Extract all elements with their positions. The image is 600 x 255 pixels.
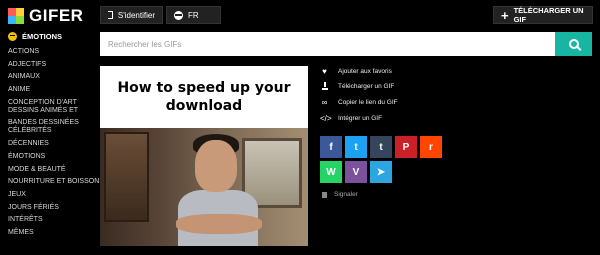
sidebar-item-decennies[interactable]: DÉCENNIES xyxy=(8,140,100,148)
report-button[interactable]: Signaler xyxy=(322,191,358,198)
download-icon xyxy=(320,81,329,92)
viber-icon: V xyxy=(352,166,360,178)
search-input[interactable] xyxy=(100,32,555,56)
reddit-icon: r xyxy=(429,141,433,153)
telegram-icon: ➤ xyxy=(376,166,386,178)
code-icon: </> xyxy=(320,113,332,123)
sidebar-item-emotions[interactable]: ÉMOTIONS xyxy=(8,153,100,161)
tumblr-icon: t xyxy=(379,141,383,153)
pinterest-share-button[interactable]: P xyxy=(395,136,417,158)
search-bar xyxy=(100,32,592,56)
category-sidebar: ÉMOTIONS ACTIONS ADJECTIFS ANIMAUX ANIME… xyxy=(8,32,100,242)
sidebar-item-mode-beaute[interactable]: MODE & BEAUTÉ xyxy=(8,166,100,174)
upload-label: TÉLÉCHARGER UN GIF xyxy=(513,6,584,24)
gif-viewer[interactable]: How to speed up your download xyxy=(100,66,308,246)
twitter-icon: t xyxy=(354,141,358,153)
share-buttons: f t t P r W V ➤ xyxy=(320,136,442,183)
sidebar-item-nourriture[interactable]: NOURRITURE ET BOISSON xyxy=(8,178,100,186)
search-button[interactable] xyxy=(555,32,592,56)
logo-text: GIFER xyxy=(29,6,84,25)
pinterest-icon: P xyxy=(402,141,410,153)
language-label: FR xyxy=(188,10,199,20)
embed-gif-button[interactable]: </> Intégrer un GIF xyxy=(320,113,398,123)
reddit-share-button[interactable]: r xyxy=(420,136,442,158)
gif-image xyxy=(100,128,308,246)
telegram-share-button[interactable]: ➤ xyxy=(370,161,392,183)
sidebar-item-jours-feries[interactable]: JOURS FÉRIÉS xyxy=(8,204,100,212)
copy-link-label: Copier le lien du GIF xyxy=(338,98,398,106)
plus-icon: + xyxy=(501,7,509,23)
sidebar-item-conception-art[interactable]: CONCEPTION D'ART DESSINS ANIMÉS ET xyxy=(8,99,100,115)
facebook-icon: f xyxy=(329,141,333,153)
smiley-icon xyxy=(8,32,17,41)
sidebar-title: ÉMOTIONS xyxy=(22,32,63,41)
gif-actions: ♥ Ajouter aux favoris Télécharger un GIF… xyxy=(320,66,398,129)
logo-icon xyxy=(8,8,24,24)
language-selector[interactable]: FR xyxy=(166,6,221,24)
gifer-logo[interactable]: GIFER xyxy=(8,6,83,26)
heart-icon: ♥ xyxy=(322,66,327,76)
whatsapp-share-button[interactable]: W xyxy=(320,161,342,183)
sidebar-item-animaux[interactable]: ANIMAUX xyxy=(8,73,100,81)
link-icon: ∞ xyxy=(321,97,328,107)
category-list: ACTIONS ADJECTIFS ANIMAUX ANIME CONCEPTI… xyxy=(8,48,100,237)
globe-icon xyxy=(174,10,183,20)
embed-label: Intégrer un GIF xyxy=(338,114,383,122)
download-label: Télécharger un GIF xyxy=(338,83,395,91)
facebook-share-button[interactable]: f xyxy=(320,136,342,158)
add-favorite-button[interactable]: ♥ Ajouter aux favoris xyxy=(320,66,398,76)
whatsapp-icon: W xyxy=(326,166,336,178)
report-label: Signaler xyxy=(334,191,358,198)
sidebar-active-category[interactable]: ÉMOTIONS xyxy=(8,32,100,41)
gif-caption: How to speed up your download xyxy=(117,80,291,114)
login-icon xyxy=(108,11,113,19)
copy-link-button[interactable]: ∞ Copier le lien du GIF xyxy=(320,97,398,107)
twitter-share-button[interactable]: t xyxy=(345,136,367,158)
viber-share-button[interactable]: V xyxy=(345,161,367,183)
search-icon xyxy=(568,39,579,49)
upload-gif-button[interactable]: + TÉLÉCHARGER UN GIF xyxy=(493,6,593,24)
sidebar-item-jeux[interactable]: JEUX xyxy=(8,191,100,199)
sidebar-item-anime[interactable]: ANIME xyxy=(8,86,100,94)
sidebar-item-memes[interactable]: MÊMES xyxy=(8,229,100,237)
tumblr-share-button[interactable]: t xyxy=(370,136,392,158)
add-favorite-label: Ajouter aux favoris xyxy=(338,67,392,75)
download-gif-button[interactable]: Télécharger un GIF xyxy=(320,81,398,92)
signin-label: S'identifier xyxy=(117,10,155,20)
sidebar-item-bandes-dessinees[interactable]: BANDES DESSINÉES CÉLÉBRITÉS xyxy=(8,119,100,135)
sidebar-item-actions[interactable]: ACTIONS xyxy=(8,48,100,56)
sidebar-item-adjectifs[interactable]: ADJECTIFS xyxy=(8,61,100,69)
sidebar-item-interets[interactable]: INTÉRÊTS xyxy=(8,216,100,224)
signin-button[interactable]: S'identifier xyxy=(100,6,163,24)
flag-icon xyxy=(322,191,327,198)
